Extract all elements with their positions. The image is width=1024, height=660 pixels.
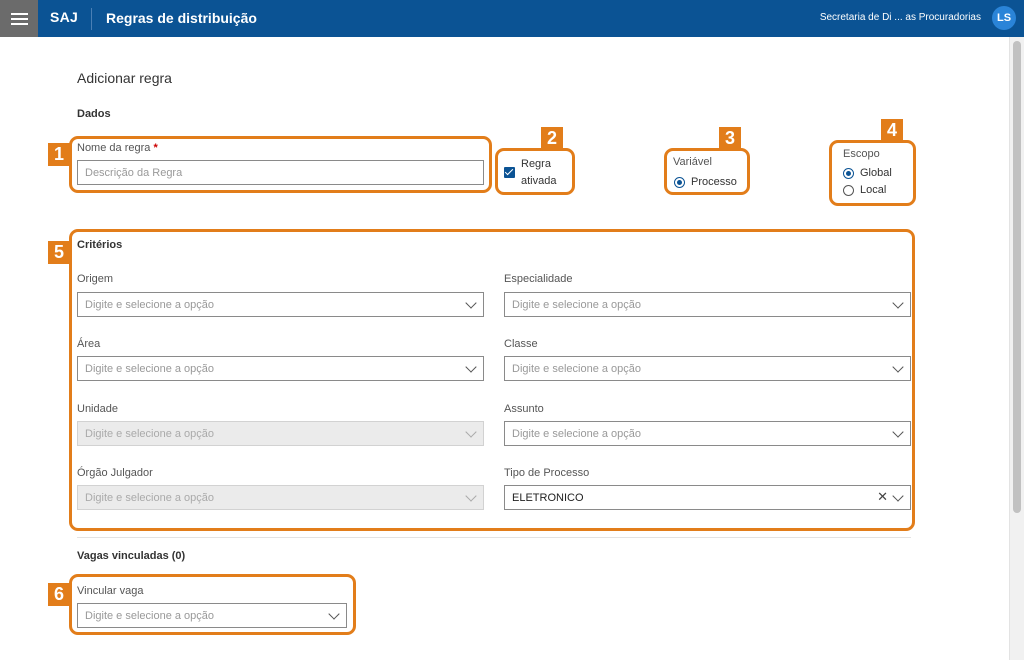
callout-badge-5: 5 (48, 241, 70, 264)
user-department[interactable]: Secretaria de Di ... as Procuradorias (820, 12, 981, 23)
callout-frame-3 (664, 148, 750, 195)
callout-frame-4 (829, 140, 916, 206)
app-title: Regras de distribuição (106, 10, 257, 26)
callout-frame-2 (495, 148, 575, 195)
header-divider (91, 8, 92, 30)
callout-badge-6: 6 (48, 583, 70, 606)
callout-badge-2: 2 (541, 127, 563, 150)
callout-badge-3: 3 (719, 127, 741, 150)
top-bar: SAJ Regras de distribuição Secretaria de… (0, 0, 1024, 37)
section-dados: Dados (77, 108, 111, 120)
scrollbar-thumb[interactable] (1013, 41, 1021, 513)
callout-badge-4: 4 (881, 119, 903, 142)
callout-frame-1 (69, 136, 492, 193)
callout-frame-6 (69, 574, 356, 635)
page-title: Adicionar regra (77, 70, 172, 86)
callout-frame-5 (69, 229, 915, 531)
section-divider (77, 537, 911, 538)
callout-badge-1: 1 (48, 143, 70, 166)
page-scrollbar[interactable] (1009, 37, 1024, 660)
brand-logo[interactable]: SAJ (50, 9, 78, 25)
user-avatar[interactable]: LS (992, 6, 1016, 30)
section-vagas: Vagas vinculadas (0) (77, 550, 186, 562)
hamburger-menu-icon[interactable] (0, 0, 38, 37)
